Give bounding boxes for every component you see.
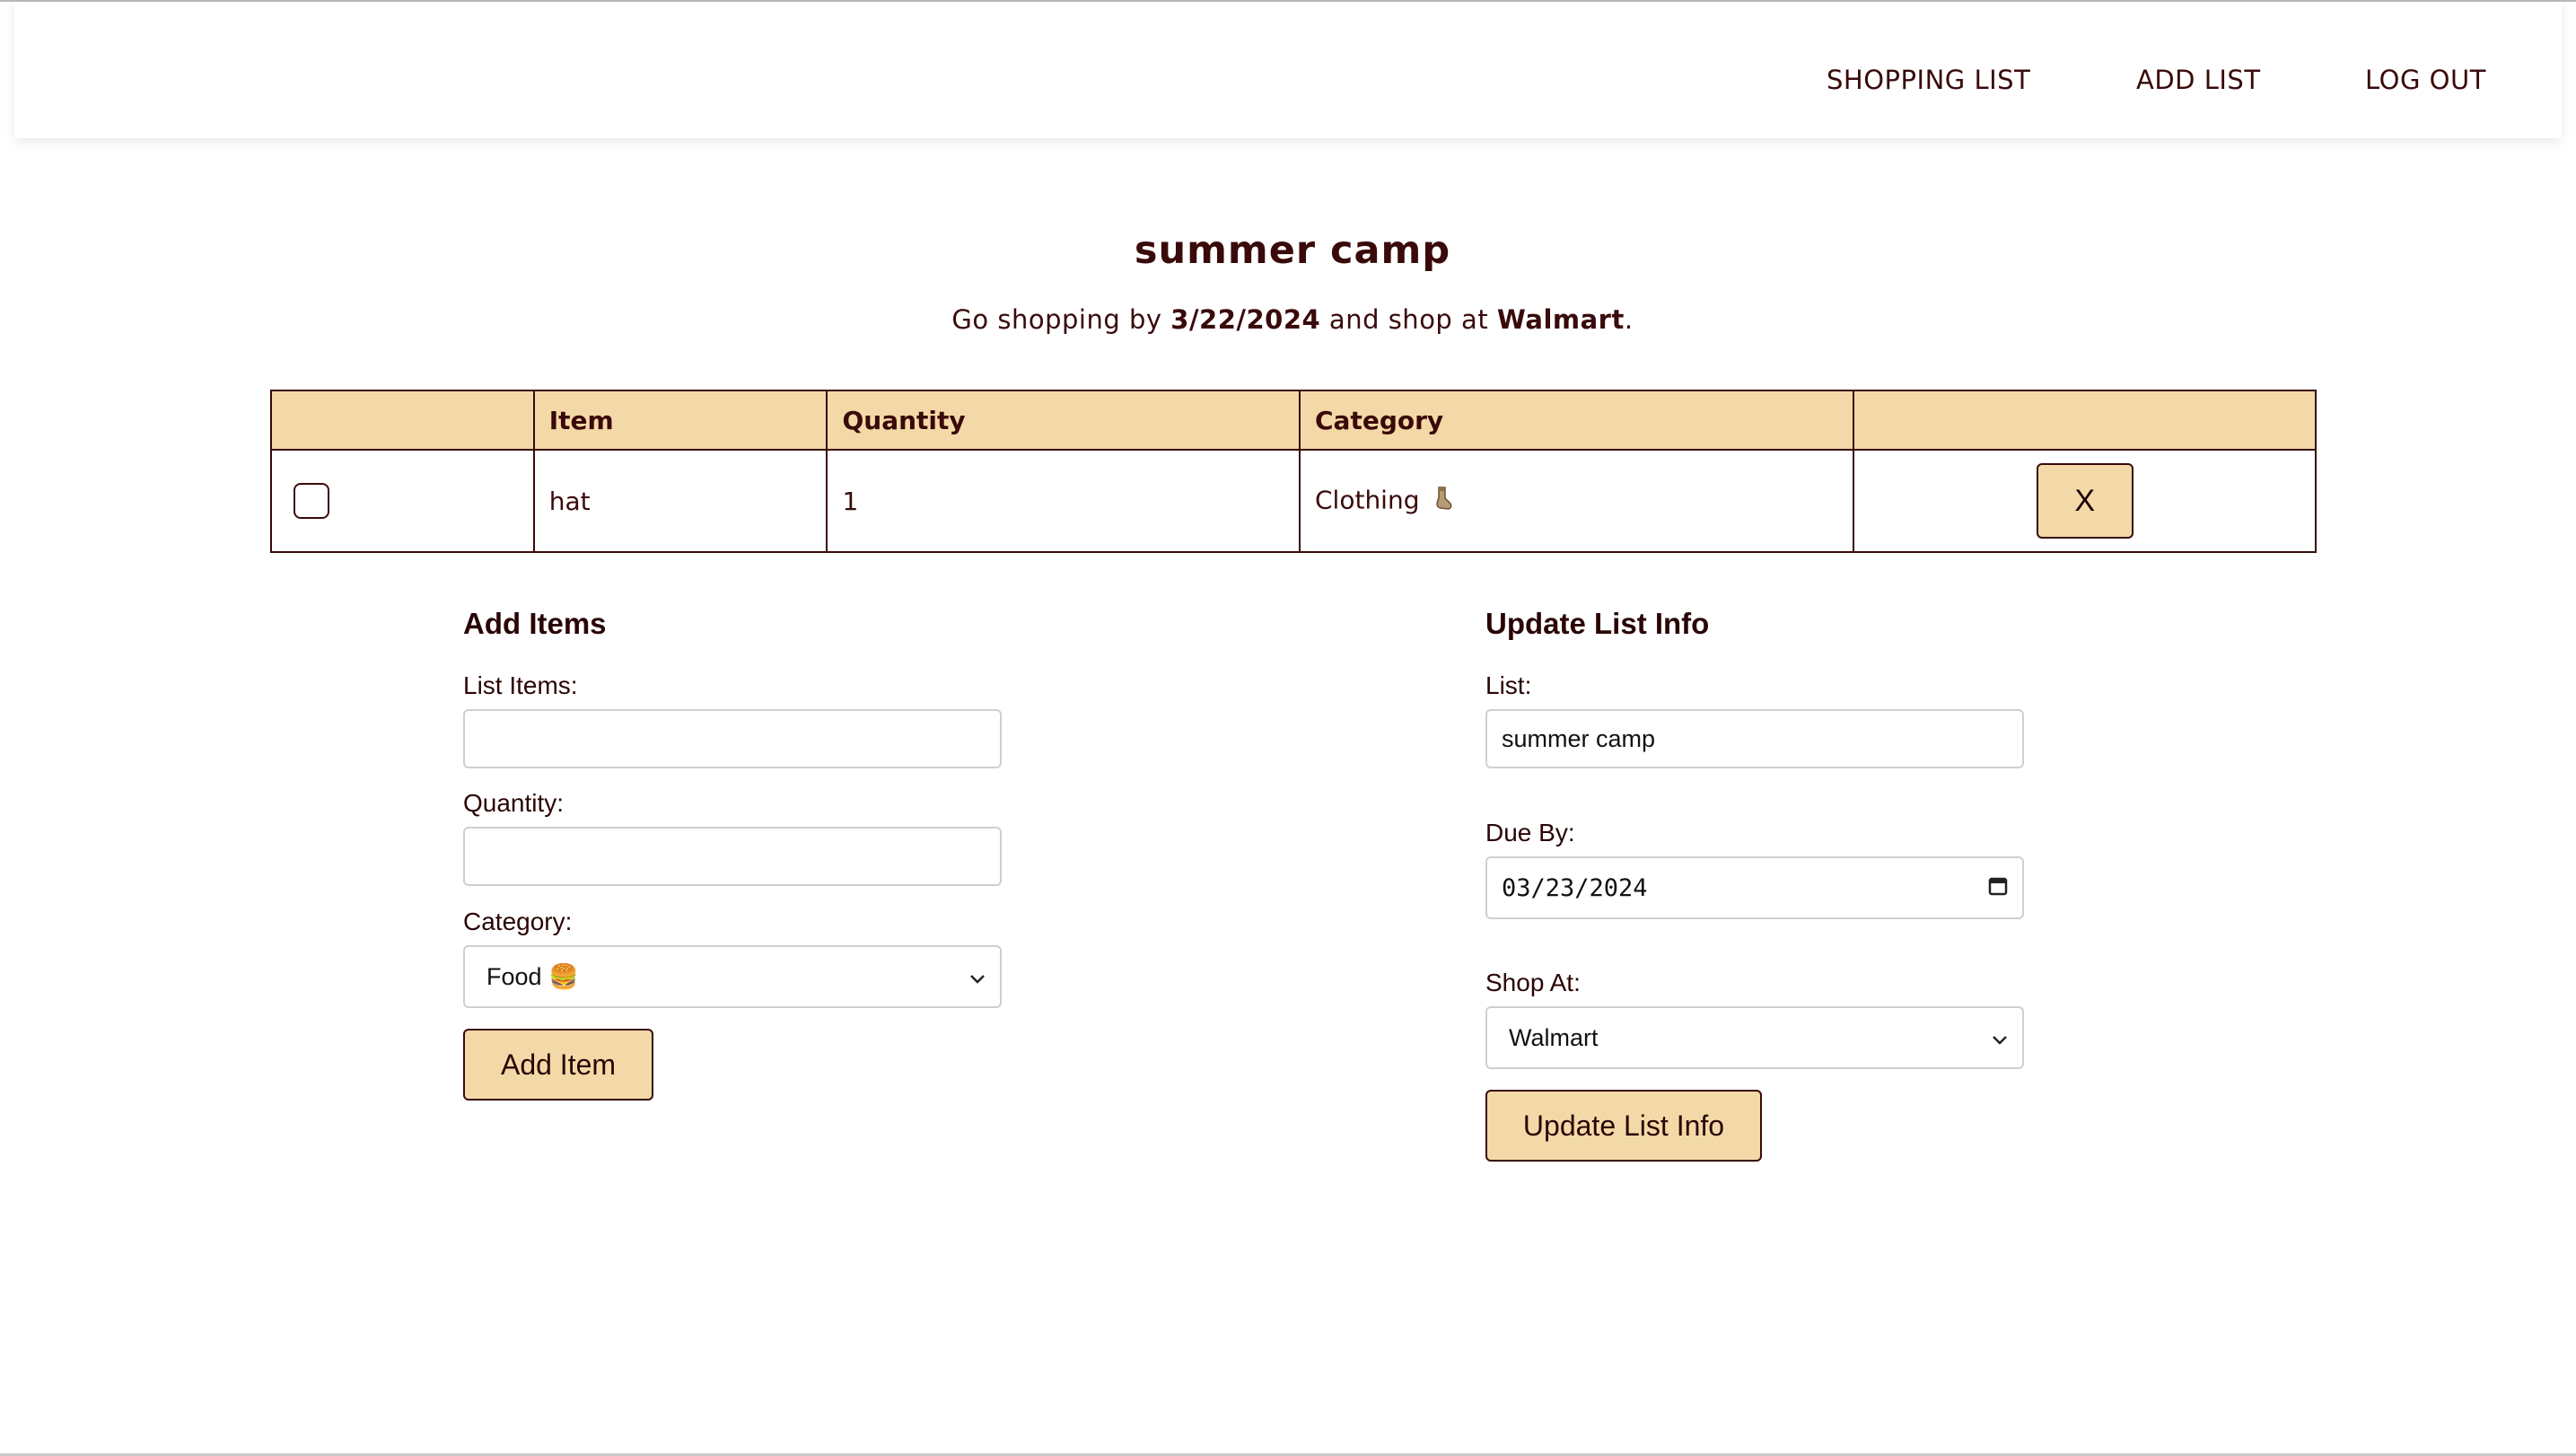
item-checkbox[interactable] <box>294 483 329 519</box>
due-date: 3/22/2024 <box>1170 304 1321 335</box>
navbar: SHOPPING LIST ADD LIST LOG OUT <box>14 2 2562 138</box>
list-subtitle: Go shopping by 3/22/2024 and shop at Wal… <box>0 304 2576 335</box>
delete-item-button[interactable]: X <box>2036 463 2134 539</box>
header-actions <box>1853 390 2317 451</box>
chevron-down-icon <box>969 963 986 991</box>
list-name-input[interactable]: summer camp <box>1485 709 2024 768</box>
nav-log-out-link[interactable]: LOG OUT <box>2365 65 2486 95</box>
due-by-value: 03/23/2024 <box>1502 873 1648 902</box>
header-quantity: Quantity <box>826 390 1301 451</box>
chevron-down-icon <box>1992 1024 2008 1052</box>
items-table: Item Quantity Category hat 1 Clothing X <box>270 390 2317 553</box>
list-items-label: List Items: <box>463 671 578 699</box>
category-selected-value: Food 🍔 <box>486 963 579 990</box>
header-checkbox-col <box>270 390 535 451</box>
due-by-date-input[interactable]: 03/23/2024 <box>1485 856 2024 919</box>
socks-icon <box>1428 485 1455 518</box>
shop-at-select[interactable]: Walmart <box>1485 1006 2024 1069</box>
page-title: summer camp <box>1134 228 1451 273</box>
list-name-value: summer camp <box>1502 724 1656 752</box>
add-item-button[interactable]: Add Item <box>463 1029 653 1101</box>
list-name-label: List: <box>1485 671 1532 699</box>
nav-add-list-link[interactable]: ADD LIST <box>2136 65 2261 95</box>
header-item: Item <box>532 390 828 451</box>
cell-item: hat <box>532 449 828 553</box>
quantity-input[interactable] <box>463 827 1002 886</box>
add-items-heading: Add Items <box>463 607 607 640</box>
calendar-icon[interactable] <box>1988 874 2008 902</box>
quantity-label: Quantity: <box>463 789 565 817</box>
table-row: hat 1 Clothing X <box>270 449 2317 553</box>
cell-quantity: 1 <box>826 449 1301 553</box>
update-list-info-button[interactable]: Update List Info <box>1485 1090 1762 1162</box>
subtitle-middle: and shop at <box>1320 304 1497 335</box>
due-by-label: Due By: <box>1485 819 1575 846</box>
cell-checkbox <box>270 449 535 553</box>
category-select[interactable]: Food 🍔 <box>463 945 1002 1008</box>
cell-category: Clothing <box>1298 449 1855 553</box>
nav-shopping-list-link[interactable]: SHOPPING LIST <box>1827 65 2030 95</box>
shop-at-label: Shop At: <box>1485 969 1581 996</box>
header-category: Category <box>1298 390 1855 451</box>
category-label: Category: <box>463 908 573 935</box>
subtitle-prefix: Go shopping by <box>951 304 1171 335</box>
list-items-input[interactable] <box>463 709 1002 768</box>
category-text: Clothing <box>1315 485 1420 514</box>
cell-actions: X <box>1853 449 2317 553</box>
shop-at-selected-value: Walmart <box>1509 1023 1599 1051</box>
table-header-row: Item Quantity Category <box>270 390 2317 451</box>
subtitle-suffix: . <box>1624 304 1634 335</box>
update-list-heading: Update List Info <box>1485 607 1710 640</box>
store-name: Walmart <box>1496 304 1625 335</box>
